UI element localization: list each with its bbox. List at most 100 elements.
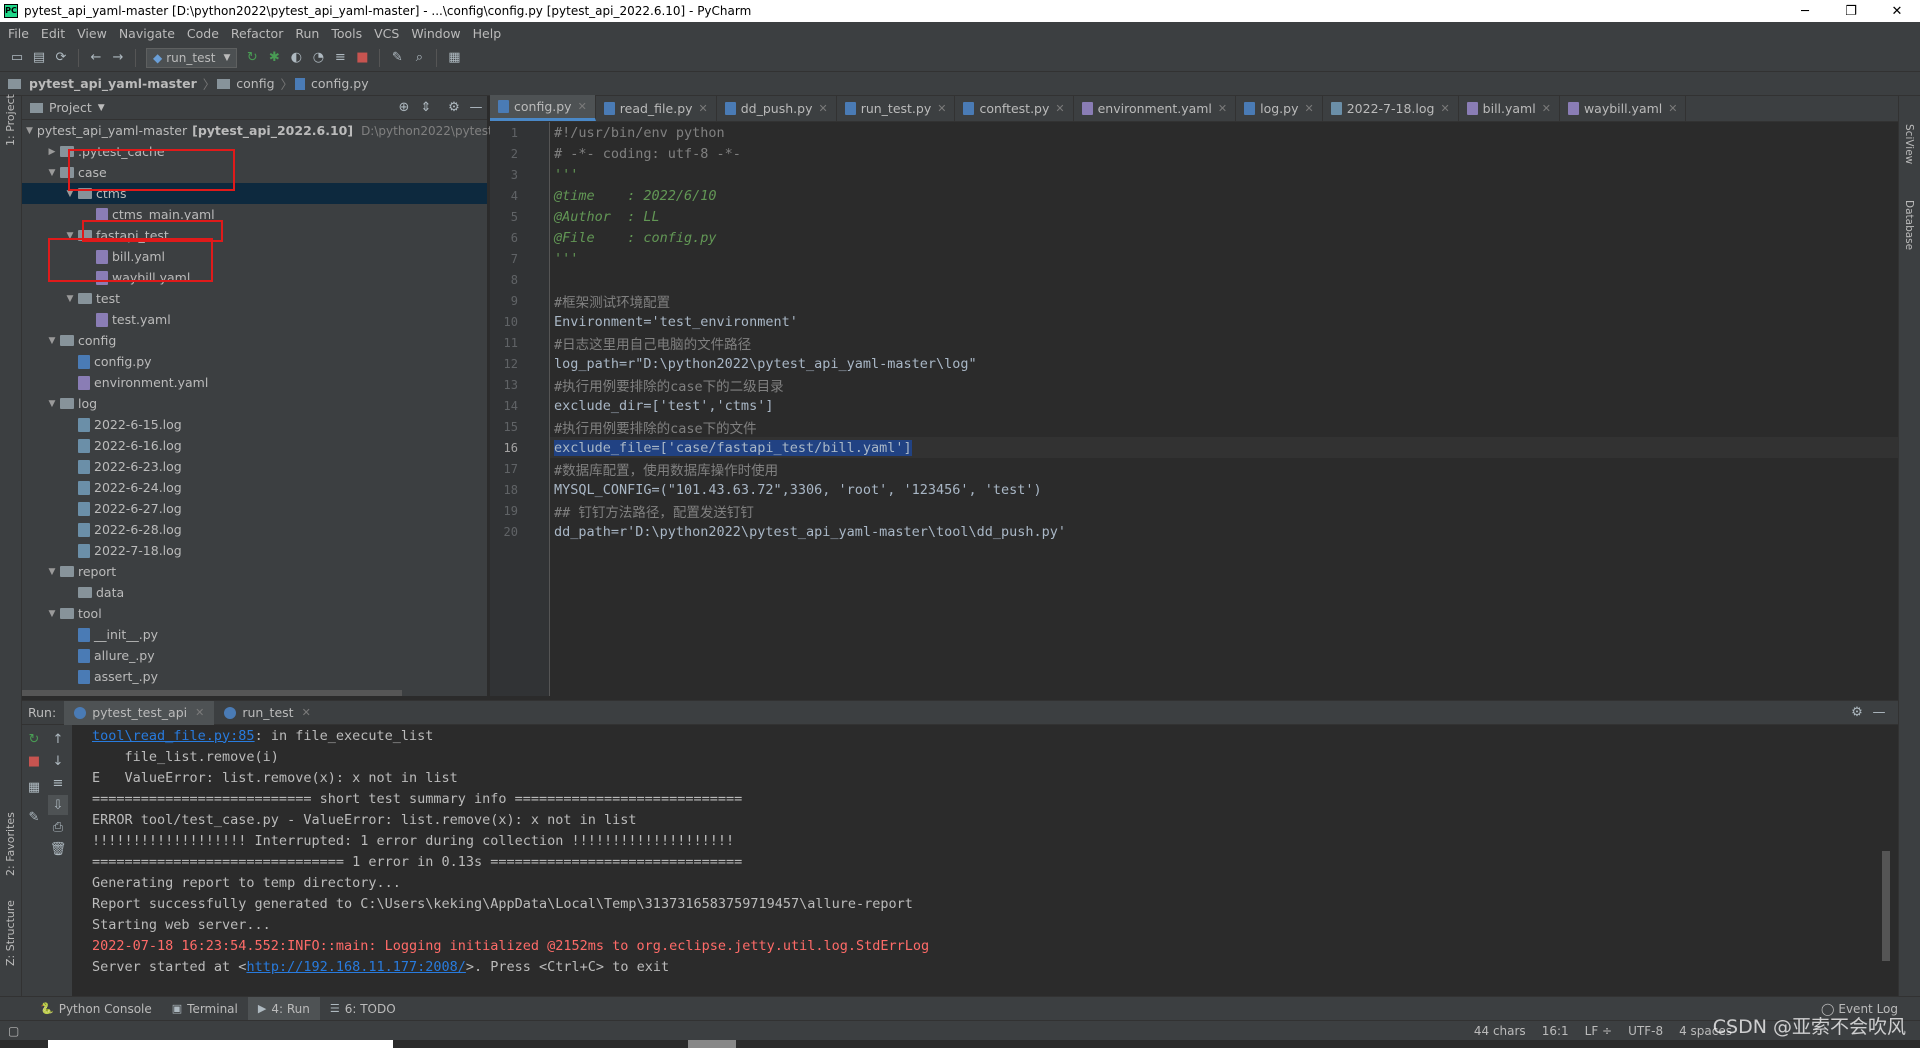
menu-window[interactable]: Window [405,26,466,41]
sciview-tool-button[interactable]: SciView [1903,124,1915,164]
locate-target-icon[interactable]: ⊕ [393,97,415,119]
tree-item[interactable]: ▼ config [22,330,487,351]
up-arrow-icon[interactable]: ↑ [48,729,68,749]
tree-item[interactable]: test.yaml [22,309,487,330]
python-console-tool-button[interactable]: 🐍 Python Console [30,997,162,1021]
rerun-icon[interactable]: ↻ [241,47,263,69]
menu-vcs[interactable]: VCS [368,26,405,41]
expand-arrow-icon[interactable]: ▼ [44,336,60,346]
minimize-button[interactable]: ─ [1782,0,1828,22]
editor-tab[interactable]: waybill.yaml ✕ [1560,95,1687,121]
expand-arrow-icon[interactable]: ▼ [44,609,60,619]
forward-arrow-icon[interactable]: → [107,47,129,69]
gear-icon[interactable]: ⚙ [1846,702,1868,724]
favorites-tool-button[interactable]: 2: Favorites [4,812,17,876]
collapse-all-icon[interactable]: ⇕ [415,97,437,119]
expand-arrow-icon[interactable]: ▼ [44,567,60,577]
close-icon[interactable]: ✕ [1668,102,1677,115]
tree-root[interactable]: ▼ pytest_api_yaml-master [pytest_api_202… [22,120,523,141]
soft-wrap-icon[interactable]: ≡ [48,773,68,793]
breadcrumb-file[interactable]: config.py [307,76,373,91]
tree-item[interactable]: environment.yaml [22,372,487,393]
maximize-button[interactable]: ❐ [1828,0,1874,22]
coverage-icon[interactable]: ◐ [285,47,307,69]
back-arrow-icon[interactable]: ← [85,47,107,69]
expand-arrow-icon[interactable]: ▼ [44,399,60,409]
expand-arrow-icon[interactable]: ▼ [26,126,33,136]
horizontal-scrollbar[interactable] [22,690,402,696]
stop-icon[interactable]: ■ [24,751,44,771]
build-icon[interactable]: ≡ [329,47,351,69]
tree-item[interactable]: config.py [22,351,487,372]
stop-icon[interactable]: ■ [351,47,373,69]
server-url-link[interactable]: http://192.168.11.177:2008/ [246,959,465,975]
menu-refactor[interactable]: Refactor [225,26,289,41]
close-icon[interactable]: ✕ [1305,102,1314,115]
profile-icon[interactable]: ◔ [307,47,329,69]
tree-item[interactable]: __init__.py [22,624,487,645]
tree-item[interactable]: 2022-6-15.log [22,414,487,435]
editor-tab[interactable]: conftest.py ✕ [955,95,1074,121]
run-tab-run-test[interactable]: run_test ✕ [214,701,320,725]
pin-icon[interactable]: ✎ [24,807,44,827]
scroll-to-end-icon[interactable]: ⇩ [48,795,68,815]
close-icon[interactable]: ✕ [1055,102,1064,115]
tree-item[interactable]: 2022-7-18.log [22,540,487,561]
tree-item[interactable]: 2022-6-27.log [22,498,487,519]
file-encoding[interactable]: UTF-8 [1620,1024,1671,1038]
tree-item[interactable]: ▼ tool [22,603,487,624]
editor-tab[interactable]: config.py ✕ [490,95,596,121]
gear-icon[interactable]: ⚙ [443,97,465,119]
editor-tab[interactable]: read_file.py ✕ [596,95,717,121]
editor-tab[interactable]: run_test.py ✕ [837,95,956,121]
caret-position[interactable]: 16:1 [1534,1024,1577,1038]
console-output[interactable]: tool\read_file.py:85: in file_execute_li… [92,725,1878,997]
breadcrumb-root[interactable]: pytest_api_yaml-master [25,76,201,91]
python-console-icon[interactable]: ▦ [443,47,465,69]
todo-tool-button[interactable]: ☰ 6: TODO [320,997,406,1021]
tree-item[interactable]: allure_.py [22,645,487,666]
tree-item[interactable]: ▼ report [22,561,487,582]
open-folder-icon[interactable]: ▭ [6,47,28,69]
terminal-tool-button[interactable]: ▣ Terminal [162,997,248,1021]
run-tab-pytest[interactable]: pytest_test_api ✕ [64,700,215,725]
close-icon[interactable]: ✕ [1218,102,1227,115]
menu-help[interactable]: Help [467,26,508,41]
tree-item[interactable]: 2022-6-23.log [22,456,487,477]
code-area[interactable]: 1 #!/usr/bin/env python 2 # -*- coding: utf… [504,122,1898,696]
editor-tab[interactable]: 2022-7-18.log ✕ [1323,95,1459,121]
menu-code[interactable]: Code [181,26,225,41]
debug-icon[interactable]: ✱ [263,47,285,69]
menu-view[interactable]: View [71,26,113,41]
database-tool-button[interactable]: Database [1903,200,1915,250]
search-icon[interactable]: ⌕ [408,47,430,69]
tree-item[interactable]: assert_.py [22,666,487,687]
expand-arrow-icon[interactable]: ▼ [44,168,60,178]
trash-icon[interactable]: 🗑 [48,839,68,859]
close-icon[interactable]: ✕ [302,706,311,719]
menu-tools[interactable]: Tools [325,26,368,41]
project-tool-button[interactable]: 1: Project [4,94,17,146]
run-configuration-select[interactable]: ◆ run_test ▼ [146,47,238,68]
close-icon[interactable]: ✕ [195,706,204,719]
layout-icon[interactable]: ▦ [24,777,44,797]
breadcrumb-folder[interactable]: config [232,76,278,91]
save-icon[interactable]: ▤ [28,47,50,69]
close-icon[interactable]: ✕ [699,102,708,115]
menu-navigate[interactable]: Navigate [113,26,181,41]
rerun-icon[interactable]: ↻ [24,729,44,749]
hide-panel-icon[interactable]: — [1868,702,1890,724]
editor-tab[interactable]: dd_push.py ✕ [717,95,837,121]
menu-edit[interactable]: Edit [35,26,71,41]
chevron-right-icon[interactable]: ▶ [44,147,60,157]
tree-item[interactable]: 2022-6-28.log [22,519,487,540]
close-icon[interactable]: ✕ [937,102,946,115]
down-arrow-icon[interactable]: ↓ [48,751,68,771]
structure-tool-button[interactable]: Z: Structure [4,900,17,966]
editor-tab[interactable]: log.py ✕ [1236,95,1323,121]
tree-item[interactable]: ▼ test [22,288,487,309]
project-view-select[interactable]: Project [49,100,92,115]
tree-item[interactable]: 2022-6-24.log [22,477,487,498]
editor-tab[interactable]: environment.yaml ✕ [1074,95,1237,121]
close-icon[interactable]: ✕ [818,102,827,115]
